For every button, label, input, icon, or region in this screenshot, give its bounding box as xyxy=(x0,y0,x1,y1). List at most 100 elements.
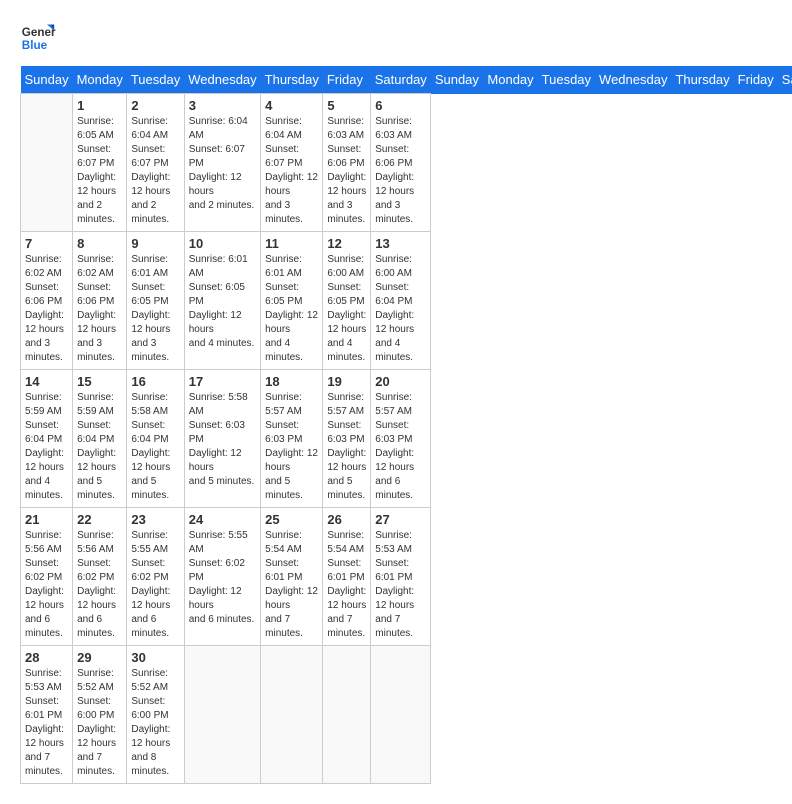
calendar-cell: 29 Sunrise: 5:52 AM Sunset: 6:00 PM Dayli… xyxy=(73,646,127,784)
day-info: Sunrise: 5:58 AM Sunset: 6:03 PM Dayligh… xyxy=(189,391,256,489)
day-info: Sunrise: 5:59 AM Sunset: 6:04 PM Dayligh… xyxy=(25,391,68,503)
day-number: 10 xyxy=(189,236,256,251)
calendar-week-3: 21 Sunrise: 5:56 AM Sunset: 6:02 PM Dayli… xyxy=(21,508,792,646)
calendar-cell: 1 Sunrise: 6:05 AM Sunset: 6:07 PM Daylig… xyxy=(73,94,127,232)
svg-text:Blue: Blue xyxy=(22,39,48,52)
day-header-thursday: Thursday xyxy=(261,66,323,94)
day-number: 27 xyxy=(375,512,426,527)
day-header-sunday: Sunday xyxy=(431,66,484,94)
page-header: General Blue xyxy=(20,20,772,56)
calendar-cell: 15Sunrise: 5:59 AM Sunset: 6:04 PM Dayli… xyxy=(73,370,127,508)
calendar-cell: 16 Sunrise: 5:58 AM Sunset: 6:04 PM Dayli… xyxy=(127,370,184,508)
day-number: 11 xyxy=(265,236,318,251)
calendar-cell: 13 Sunrise: 6:00 AM Sunset: 6:04 PM Dayli… xyxy=(371,232,431,370)
calendar-cell: 23Sunrise: 5:55 AM Sunset: 6:02 PM Dayli… xyxy=(127,508,184,646)
day-number: 6 xyxy=(375,98,426,113)
calendar-cell: 12 Sunrise: 6:00 AM Sunset: 6:05 PM Dayli… xyxy=(323,232,371,370)
day-number: 13 xyxy=(375,236,426,251)
calendar-cell: 17 Sunrise: 5:58 AM Sunset: 6:03 PM Dayli… xyxy=(184,370,260,508)
day-info: Sunrise: 5:54 AM Sunset: 6:01 PM Dayligh… xyxy=(327,529,366,641)
day-number: 25 xyxy=(265,512,318,527)
calendar-cell: 8 Sunrise: 6:02 AM Sunset: 6:06 PM Daylig… xyxy=(73,232,127,370)
calendar-cell: 14 Sunrise: 5:59 AM Sunset: 6:04 PM Dayli… xyxy=(21,370,73,508)
calendar-cell: 5 Sunrise: 6:03 AM Sunset: 6:06 PM Daylig… xyxy=(323,94,371,232)
day-info: Sunrise: 5:56 AM Sunset: 6:02 PM Dayligh… xyxy=(25,529,68,641)
day-header-friday: Friday xyxy=(323,66,371,94)
day-info: Sunrise: 5:53 AM Sunset: 6:01 PM Dayligh… xyxy=(25,667,68,779)
calendar-cell xyxy=(323,646,371,784)
calendar-cell: 25 Sunrise: 5:54 AM Sunset: 6:01 PM Dayli… xyxy=(261,508,323,646)
day-info: Sunrise: 6:03 AM Sunset: 6:06 PM Dayligh… xyxy=(375,115,426,227)
day-header-saturday: Saturday xyxy=(371,66,431,94)
calendar-week-4: 28 Sunrise: 5:53 AM Sunset: 6:01 PM Dayli… xyxy=(21,646,792,784)
day-info: Sunrise: 5:57 AM Sunset: 6:03 PM Dayligh… xyxy=(265,391,318,503)
day-number: 28 xyxy=(25,650,68,665)
day-number: 17 xyxy=(189,374,256,389)
day-info: Sunrise: 6:02 AM Sunset: 6:06 PM Dayligh… xyxy=(77,253,122,365)
day-header-monday: Monday xyxy=(73,66,127,94)
day-number: 30 xyxy=(131,650,179,665)
day-info: Sunrise: 5:58 AM Sunset: 6:04 PM Dayligh… xyxy=(131,391,179,503)
day-header-saturday: Saturday xyxy=(778,66,792,94)
day-number: 1 xyxy=(77,98,122,113)
day-info: Sunrise: 5:52 AM Sunset: 6:00 PM Dayligh… xyxy=(131,667,179,779)
day-info: Sunrise: 5:55 AM Sunset: 6:02 PM Dayligh… xyxy=(189,529,256,627)
day-number: 14 xyxy=(25,374,68,389)
logo: General Blue xyxy=(20,20,60,56)
day-info: Sunrise: 6:01 AM Sunset: 6:05 PM Dayligh… xyxy=(189,253,256,351)
day-info: Sunrise: 5:57 AM Sunset: 6:03 PM Dayligh… xyxy=(327,391,366,503)
day-number: 22 xyxy=(77,512,122,527)
calendar-cell xyxy=(21,94,73,232)
calendar-cell: 4 Sunrise: 6:04 AM Sunset: 6:07 PM Daylig… xyxy=(261,94,323,232)
calendar-cell: 9Sunrise: 6:01 AM Sunset: 6:05 PM Daylig… xyxy=(127,232,184,370)
day-number: 5 xyxy=(327,98,366,113)
calendar-cell xyxy=(184,646,260,784)
day-header-monday: Monday xyxy=(483,66,537,94)
day-header-tuesday: Tuesday xyxy=(538,66,595,94)
day-number: 24 xyxy=(189,512,256,527)
day-number: 29 xyxy=(77,650,122,665)
day-number: 21 xyxy=(25,512,68,527)
day-number: 9 xyxy=(131,236,179,251)
day-number: 4 xyxy=(265,98,318,113)
calendar-cell: 21 Sunrise: 5:56 AM Sunset: 6:02 PM Dayli… xyxy=(21,508,73,646)
calendar-cell: 27Sunrise: 5:53 AM Sunset: 6:01 PM Dayli… xyxy=(371,508,431,646)
calendar-cell: 22 Sunrise: 5:56 AM Sunset: 6:02 PM Dayli… xyxy=(73,508,127,646)
day-header-thursday: Thursday xyxy=(671,66,733,94)
calendar-week-2: 14 Sunrise: 5:59 AM Sunset: 6:04 PM Dayli… xyxy=(21,370,792,508)
day-info: Sunrise: 6:00 AM Sunset: 6:04 PM Dayligh… xyxy=(375,253,426,365)
calendar-cell: 20Sunrise: 5:57 AM Sunset: 6:03 PM Dayli… xyxy=(371,370,431,508)
calendar-cell: 28 Sunrise: 5:53 AM Sunset: 6:01 PM Dayli… xyxy=(21,646,73,784)
day-number: 19 xyxy=(327,374,366,389)
day-info: Sunrise: 5:54 AM Sunset: 6:01 PM Dayligh… xyxy=(265,529,318,641)
day-number: 26 xyxy=(327,512,366,527)
calendar-week-1: 7Sunrise: 6:02 AM Sunset: 6:06 PM Daylig… xyxy=(21,232,792,370)
day-info: Sunrise: 5:52 AM Sunset: 6:00 PM Dayligh… xyxy=(77,667,122,779)
calendar-cell: 26 Sunrise: 5:54 AM Sunset: 6:01 PM Dayli… xyxy=(323,508,371,646)
day-info: Sunrise: 6:00 AM Sunset: 6:05 PM Dayligh… xyxy=(327,253,366,365)
calendar-cell: 7Sunrise: 6:02 AM Sunset: 6:06 PM Daylig… xyxy=(21,232,73,370)
calendar-cell: 3 Sunrise: 6:04 AM Sunset: 6:07 PM Daylig… xyxy=(184,94,260,232)
day-number: 3 xyxy=(189,98,256,113)
calendar-week-0: 1 Sunrise: 6:05 AM Sunset: 6:07 PM Daylig… xyxy=(21,94,792,232)
calendar-cell: 6 Sunrise: 6:03 AM Sunset: 6:06 PM Daylig… xyxy=(371,94,431,232)
day-info: Sunrise: 6:04 AM Sunset: 6:07 PM Dayligh… xyxy=(131,115,179,227)
day-number: 16 xyxy=(131,374,179,389)
day-info: Sunrise: 6:03 AM Sunset: 6:06 PM Dayligh… xyxy=(327,115,366,227)
day-number: 12 xyxy=(327,236,366,251)
calendar-cell: 10 Sunrise: 6:01 AM Sunset: 6:05 PM Dayli… xyxy=(184,232,260,370)
day-info: Sunrise: 6:04 AM Sunset: 6:07 PM Dayligh… xyxy=(265,115,318,227)
calendar-cell: 11Sunrise: 6:01 AM Sunset: 6:05 PM Dayli… xyxy=(261,232,323,370)
calendar-cell: 18Sunrise: 5:57 AM Sunset: 6:03 PM Dayli… xyxy=(261,370,323,508)
day-info: Sunrise: 5:56 AM Sunset: 6:02 PM Dayligh… xyxy=(77,529,122,641)
day-number: 2 xyxy=(131,98,179,113)
calendar-cell: 30 Sunrise: 5:52 AM Sunset: 6:00 PM Dayli… xyxy=(127,646,184,784)
day-info: Sunrise: 6:05 AM Sunset: 6:07 PM Dayligh… xyxy=(77,115,122,227)
calendar-header-row: SundayMondayTuesdayWednesdayThursdayFrid… xyxy=(21,66,792,94)
day-number: 23 xyxy=(131,512,179,527)
day-info: Sunrise: 5:57 AM Sunset: 6:03 PM Dayligh… xyxy=(375,391,426,503)
logo-icon: General Blue xyxy=(20,20,56,56)
day-info: Sunrise: 5:59 AM Sunset: 6:04 PM Dayligh… xyxy=(77,391,122,503)
day-number: 8 xyxy=(77,236,122,251)
day-info: Sunrise: 6:04 AM Sunset: 6:07 PM Dayligh… xyxy=(189,115,256,213)
